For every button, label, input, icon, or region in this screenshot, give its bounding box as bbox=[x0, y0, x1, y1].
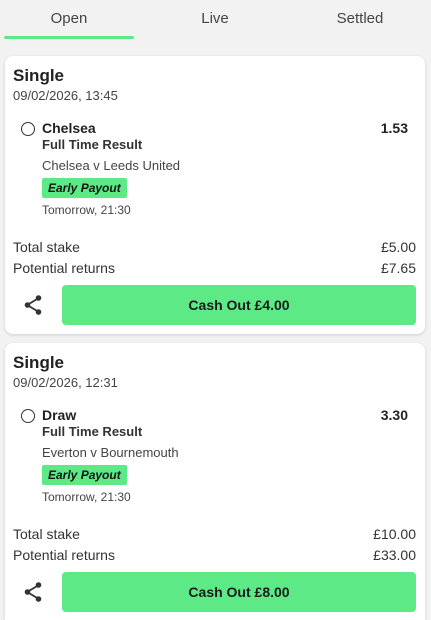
bet-card: Single 09/02/2026, 12:31 Draw 3.30 Full … bbox=[5, 343, 425, 620]
selection-odds: 3.30 bbox=[380, 407, 408, 423]
active-tab-indicator bbox=[4, 36, 134, 39]
potential-returns-value: £7.65 bbox=[380, 260, 416, 276]
early-payout-badge: Early Payout bbox=[42, 178, 127, 198]
cash-out-button[interactable]: Cash Out £8.00 bbox=[62, 572, 416, 612]
share-icon[interactable] bbox=[21, 580, 45, 604]
selection-status-icon bbox=[21, 122, 35, 136]
bet-placed-date: 09/02/2026, 12:31 bbox=[13, 375, 118, 390]
event-time: Tomorrow, 21:30 bbox=[42, 203, 131, 217]
cash-out-button[interactable]: Cash Out £4.00 bbox=[62, 285, 416, 325]
bet-placed-date: 09/02/2026, 13:45 bbox=[13, 88, 118, 103]
bet-tabs: Open Live Settled bbox=[0, 0, 431, 40]
early-payout-badge: Early Payout bbox=[42, 465, 127, 485]
tab-open[interactable]: Open bbox=[4, 0, 134, 40]
share-icon[interactable] bbox=[21, 293, 45, 317]
total-stake-label: Total stake bbox=[13, 526, 80, 542]
total-stake-label: Total stake bbox=[13, 239, 80, 255]
market-name: Full Time Result bbox=[42, 424, 143, 439]
potential-returns-label: Potential returns bbox=[13, 260, 115, 276]
bet-card: Single 09/02/2026, 13:45 Chelsea 1.53 Fu… bbox=[5, 56, 425, 334]
event-name: Chelsea v Leeds United bbox=[42, 158, 181, 173]
tab-settled[interactable]: Settled bbox=[295, 0, 425, 40]
total-stake-value: £5.00 bbox=[380, 239, 416, 255]
selection-status-icon bbox=[21, 409, 35, 423]
event-time: Tomorrow, 21:30 bbox=[42, 490, 131, 504]
market-name: Full Time Result bbox=[42, 137, 143, 152]
selection-name: Chelsea bbox=[42, 120, 96, 136]
bet-type: Single bbox=[13, 66, 65, 85]
potential-returns-label: Potential returns bbox=[13, 547, 115, 563]
event-name: Everton v Bournemouth bbox=[42, 445, 179, 460]
potential-returns-value: £33.00 bbox=[373, 547, 416, 563]
tab-live[interactable]: Live bbox=[150, 0, 280, 40]
total-stake-value: £10.00 bbox=[373, 526, 416, 542]
bet-type: Single bbox=[13, 353, 65, 372]
selection-name: Draw bbox=[42, 407, 77, 423]
selection-odds: 1.53 bbox=[380, 120, 408, 136]
